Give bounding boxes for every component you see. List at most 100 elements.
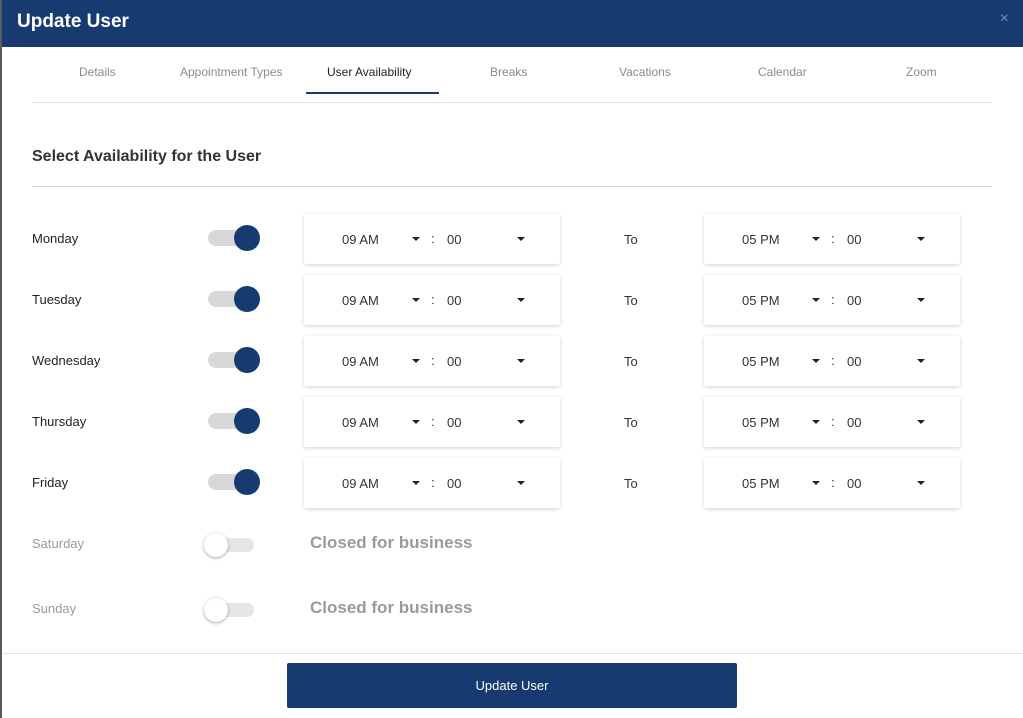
start-hour-select[interactable]: 09 AM: [342, 415, 379, 430]
end-minute-select[interactable]: 00: [847, 476, 861, 491]
tab-bar: Details Appointment Types User Availabil…: [2, 47, 1023, 103]
time-separator: :: [831, 231, 835, 246]
toggle-knob: [234, 347, 260, 373]
chevron-down-icon[interactable]: [812, 359, 820, 363]
chevron-down-icon[interactable]: [517, 298, 525, 302]
end-hour-select[interactable]: 05 PM: [742, 293, 780, 308]
day-label: Tuesday: [32, 292, 82, 307]
to-label: To: [624, 476, 638, 491]
chevron-down-icon[interactable]: [812, 298, 820, 302]
start-minute-select[interactable]: 00: [447, 232, 461, 247]
end-minute-select[interactable]: 00: [847, 354, 861, 369]
end-time-picker: 05 PM : 00: [704, 458, 960, 508]
chevron-down-icon[interactable]: [412, 359, 420, 363]
end-hour-select[interactable]: 05 PM: [742, 232, 780, 247]
end-time-picker: 05 PM : 00: [704, 336, 960, 386]
day-label: Thursday: [32, 414, 87, 429]
tab-breaks[interactable]: Breaks: [490, 65, 527, 79]
end-time-picker: 05 PM : 00: [704, 397, 960, 447]
day-label: Monday: [32, 231, 79, 246]
chevron-down-icon[interactable]: [412, 420, 420, 424]
start-time-picker: 09 AM : 00: [304, 458, 560, 508]
time-separator: :: [431, 475, 435, 490]
toggle-knob: [204, 533, 228, 557]
start-hour-select[interactable]: 09 AM: [342, 232, 379, 247]
start-time-picker: 09 AM : 00: [304, 397, 560, 447]
chevron-down-icon[interactable]: [917, 298, 925, 302]
chevron-down-icon[interactable]: [517, 481, 525, 485]
chevron-down-icon[interactable]: [917, 237, 925, 241]
start-minute-select[interactable]: 00: [447, 415, 461, 430]
end-minute-select[interactable]: 00: [847, 232, 861, 247]
day-toggle-monday[interactable]: [208, 225, 260, 251]
start-hour-select[interactable]: 09 AM: [342, 293, 379, 308]
time-separator: :: [431, 353, 435, 368]
tab-vacations[interactable]: Vacations: [619, 65, 671, 79]
day-row-sunday: Sunday Closed for business: [2, 584, 1023, 634]
end-hour-select[interactable]: 05 PM: [742, 415, 780, 430]
time-separator: :: [431, 231, 435, 246]
tab-calendar[interactable]: Calendar: [758, 65, 807, 79]
chevron-down-icon[interactable]: [812, 481, 820, 485]
start-hour-select[interactable]: 09 AM: [342, 354, 379, 369]
to-label: To: [624, 415, 638, 430]
section-divider: [32, 186, 992, 187]
start-minute-select[interactable]: 00: [447, 293, 461, 308]
toggle-knob: [234, 408, 260, 434]
chevron-down-icon[interactable]: [812, 420, 820, 424]
chevron-down-icon[interactable]: [412, 237, 420, 241]
footer-divider: [2, 653, 1023, 654]
modal-title: Update User: [17, 11, 129, 32]
chevron-down-icon[interactable]: [412, 481, 420, 485]
to-label: To: [624, 293, 638, 308]
toggle-knob: [234, 225, 260, 251]
end-minute-select[interactable]: 00: [847, 415, 861, 430]
time-separator: :: [831, 414, 835, 429]
chevron-down-icon[interactable]: [917, 481, 925, 485]
end-minute-select[interactable]: 00: [847, 293, 861, 308]
day-label: Friday: [32, 475, 69, 490]
end-hour-select[interactable]: 05 PM: [742, 476, 780, 491]
start-time-picker: 09 AM : 00: [304, 214, 560, 264]
to-label: To: [624, 232, 638, 247]
day-toggle-sunday[interactable]: [204, 598, 254, 622]
tab-user-availability[interactable]: User Availability: [327, 65, 411, 79]
chevron-down-icon[interactable]: [517, 359, 525, 363]
chevron-down-icon[interactable]: [917, 359, 925, 363]
chevron-down-icon[interactable]: [917, 420, 925, 424]
toggle-knob: [234, 469, 260, 495]
close-icon[interactable]: ×: [1000, 10, 1009, 28]
tab-zoom[interactable]: Zoom: [906, 65, 937, 79]
day-row-monday: Monday 09 AM : 00 To 05 PM : 00: [2, 214, 1023, 264]
to-label: To: [624, 354, 638, 369]
chevron-down-icon[interactable]: [812, 237, 820, 241]
toggle-knob: [204, 598, 228, 622]
time-separator: :: [831, 475, 835, 490]
day-toggle-wednesday[interactable]: [208, 347, 260, 373]
day-toggle-tuesday[interactable]: [208, 286, 260, 312]
update-user-modal: Update User × Details Appointment Types …: [2, 0, 1023, 718]
modal-header: Update User ×: [2, 0, 1023, 47]
end-time-picker: 05 PM : 00: [704, 275, 960, 325]
tab-appointment-types[interactable]: Appointment Types: [180, 65, 283, 79]
time-separator: :: [831, 292, 835, 307]
day-row-wednesday: Wednesday 09 AM : 00 To 05 PM : 00: [2, 336, 1023, 386]
end-hour-select[interactable]: 05 PM: [742, 354, 780, 369]
chevron-down-icon[interactable]: [412, 298, 420, 302]
end-time-picker: 05 PM : 00: [704, 214, 960, 264]
tab-details[interactable]: Details: [79, 65, 116, 79]
day-row-thursday: Thursday 09 AM : 00 To 05 PM : 00: [2, 397, 1023, 447]
chevron-down-icon[interactable]: [517, 237, 525, 241]
start-minute-select[interactable]: 00: [447, 476, 461, 491]
closed-status-text: Closed for business: [310, 533, 473, 552]
day-label: Sunday: [32, 601, 77, 616]
update-user-button[interactable]: Update User: [287, 663, 737, 708]
day-toggle-saturday[interactable]: [204, 533, 254, 557]
tabs-divider: [32, 102, 992, 103]
chevron-down-icon[interactable]: [517, 420, 525, 424]
start-hour-select[interactable]: 09 AM: [342, 476, 379, 491]
day-toggle-friday[interactable]: [208, 469, 260, 495]
active-tab-indicator: [306, 92, 439, 94]
start-minute-select[interactable]: 00: [447, 354, 461, 369]
day-toggle-thursday[interactable]: [208, 408, 260, 434]
